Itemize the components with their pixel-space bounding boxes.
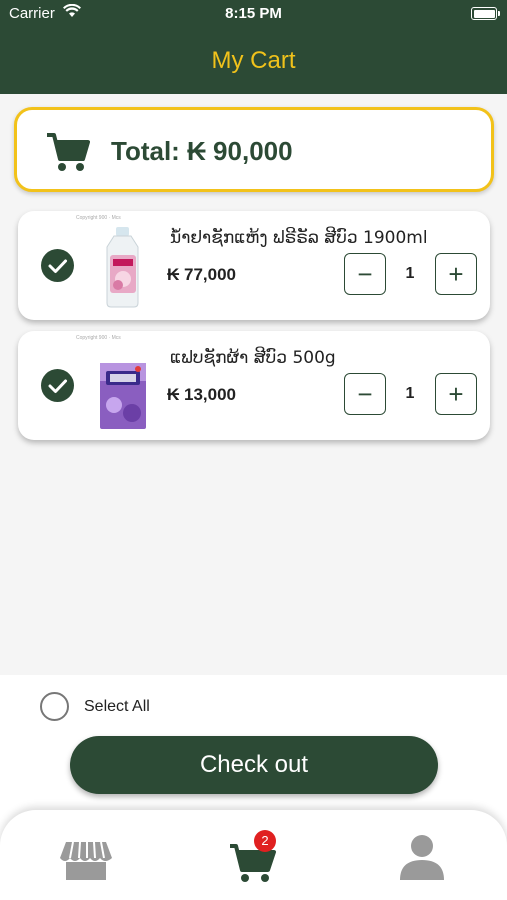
user-icon <box>400 835 444 880</box>
total-summary: Total: ₭ 90,000 <box>14 107 494 192</box>
item-checkbox[interactable] <box>41 249 74 282</box>
quantity-value: 1 <box>405 265 415 282</box>
clock: 8:15 PM <box>225 5 282 22</box>
increase-quantity-button[interactable]: + <box>435 253 477 295</box>
plus-icon: + <box>448 259 464 289</box>
cart-item: Copyright 900 · Mcs ນ້ຳຢາຊັກແຫ້ງ ຟຣີຣັລ … <box>18 211 490 320</box>
minus-icon: − <box>357 379 373 409</box>
decrease-quantity-button[interactable]: − <box>344 373 386 415</box>
product-price: ₭ 13,000 <box>167 385 236 404</box>
check-icon <box>48 379 67 393</box>
cart-icon <box>45 131 91 178</box>
checkout-button[interactable]: Check out <box>70 736 438 794</box>
tab-shop[interactable] <box>56 832 116 888</box>
store-icon <box>60 841 112 880</box>
item-checkbox[interactable] <box>41 369 74 402</box>
select-all-radio[interactable] <box>40 692 69 721</box>
status-bar: Carrier 8:15 PM <box>0 0 507 28</box>
check-icon <box>48 259 67 273</box>
tab-profile[interactable] <box>392 832 452 888</box>
minus-icon: − <box>357 259 373 289</box>
product-name: ແຟບຊັກຜ້າ ສີບົວ 500g <box>170 348 336 368</box>
increase-quantity-button[interactable]: + <box>435 373 477 415</box>
cart-count-badge: 2 <box>254 830 276 852</box>
cart-item: Copyright 900 · Mcs ແຟບຊັກຜ້າ ສີບົວ 500g… <box>18 331 490 440</box>
total-amount: Total: ₭ 90,000 <box>111 136 293 166</box>
quantity-value: 1 <box>405 385 415 402</box>
product-image-detergent-bag[interactable] <box>94 343 152 431</box>
plus-icon: + <box>448 379 464 409</box>
product-name: ນ້ຳຢາຊັກແຫ້ງ ຟຣີຣັລ ສີບົວ 1900ml <box>170 228 428 248</box>
thumb-caption: Copyright 900 · Mcs <box>76 215 121 221</box>
page-title: My Cart <box>211 47 296 74</box>
product-price: ₭ 77,000 <box>167 265 236 284</box>
bottom-tab-bar: 2 <box>0 810 507 900</box>
app-header: Carrier 8:15 PM My Cart <box>0 0 507 94</box>
thumb-caption: Copyright 900 · Mcs <box>76 335 121 341</box>
select-all-label[interactable]: Select All <box>84 698 150 716</box>
tab-cart[interactable]: 2 <box>224 830 284 888</box>
battery-icon <box>471 7 500 20</box>
decrease-quantity-button[interactable]: − <box>344 253 386 295</box>
product-image-fabric-softener-bottle[interactable] <box>94 223 152 311</box>
